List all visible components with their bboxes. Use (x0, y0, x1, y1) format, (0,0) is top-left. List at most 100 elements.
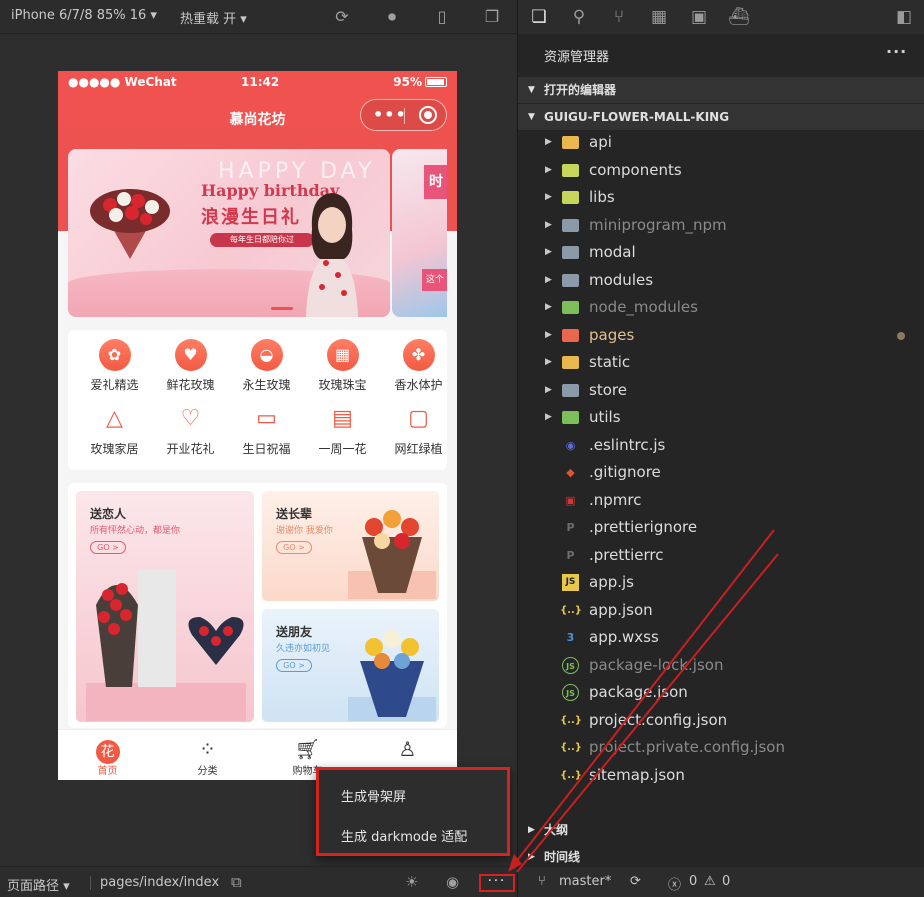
hot-reload-toggle[interactable]: 热重载 开 ▾ (180, 8, 247, 27)
file-name: .eslintrc.js (589, 435, 666, 454)
promo-go-button[interactable]: GO > (276, 541, 312, 554)
tab-home[interactable]: 花 首页 (58, 736, 157, 777)
detach-window-icon[interactable]: ❐ (482, 7, 502, 27)
chevron-right-icon[interactable]: ▶ (545, 349, 552, 376)
category-item[interactable]: ▢ 网红绿植 (381, 403, 456, 457)
extensions-icon[interactable]: ▦ (647, 5, 671, 29)
promo-lover[interactable]: 送恋人 所有怦然心动，都是你 GO > (76, 491, 254, 722)
folder-row[interactable]: ▶ store (518, 377, 924, 404)
roses-gift-image (86, 569, 246, 721)
category-item[interactable]: ◒ 永生玫瑰 (229, 339, 304, 393)
category-item[interactable]: ♡ 开业花礼 (153, 403, 228, 457)
category-item[interactable]: ▦ 玫瑰珠宝 (305, 339, 380, 393)
folder-row[interactable]: ▶ components (518, 157, 924, 184)
category-item[interactable]: ✤ 香水体护 (381, 339, 456, 393)
folder-row[interactable]: ▶ modules (518, 267, 924, 294)
category-item[interactable]: ✿ 爱礼精选 (77, 339, 152, 393)
folder-row[interactable]: ▶ libs (518, 184, 924, 211)
section-outline[interactable]: ▶ 大纲 (518, 817, 924, 843)
chevron-right-icon[interactable]: ▶ (545, 267, 552, 294)
simulator-toolbar: iPhone 6/7/8 85% 16 ▾ 热重载 开 ▾ ⟳ ⏺ ▯ ❐ (0, 0, 516, 34)
promo-elder[interactable]: 送长辈 谢谢你 我爱你 GO > (262, 491, 439, 601)
promo-subtitle: 久违亦如初见 (276, 644, 331, 654)
explorer-more-icon[interactable]: ··· (886, 42, 907, 61)
phone-screen: ●●●●● WeChat 11:42 95% 慕尚花坊 ••• HAPPY DA… (58, 71, 457, 780)
category-item[interactable]: ▤ 一周一花 (305, 403, 380, 457)
heart-flower-icon: ✿ (98, 339, 131, 371)
source-control-icon[interactable]: ⑂ (607, 5, 631, 29)
divider (90, 876, 91, 890)
folder-row[interactable]: ▶ node_modules (518, 294, 924, 321)
file-row[interactable]: JS package.json (518, 679, 924, 706)
promo-go-button[interactable]: GO > (276, 659, 312, 672)
category-item[interactable]: ♥ 鲜花玫瑰 (153, 339, 228, 393)
copy-icon[interactable]: ⧉ (231, 873, 242, 891)
chevron-right-icon[interactable]: ▶ (545, 184, 552, 211)
file-row[interactable]: ◉ .eslintrc.js (518, 432, 924, 459)
chevron-right-icon[interactable]: ▶ (545, 212, 552, 239)
promo-go-button[interactable]: GO > (90, 541, 126, 554)
folder-row[interactable]: ▶ api (518, 129, 924, 156)
page-path-selector[interactable]: 页面路径 ▾ (7, 875, 70, 894)
battery-icon (425, 77, 447, 87)
device-selector[interactable]: iPhone 6/7/8 85% 16 ▾ (11, 8, 157, 23)
file-row[interactable]: {..} project.config.json (518, 707, 924, 734)
file-row[interactable]: ◆ .gitignore (518, 459, 924, 486)
note-icon: ▢ (408, 406, 429, 431)
file-name: sitemap.json (589, 765, 685, 784)
folder-row[interactable]: ▶ pages (518, 322, 924, 349)
banner-next-slide[interactable]: 时 这个 (392, 149, 447, 317)
stop-icon[interactable]: ⏺ (382, 7, 402, 27)
menu-item-skeleton[interactable]: 生成骨架屏 (341, 786, 406, 805)
file-row[interactable]: P .prettierignore (518, 514, 924, 541)
branch-name[interactable]: master* (559, 874, 611, 889)
tab-profile[interactable]: ♙ (358, 736, 457, 762)
banner-slide[interactable]: HAPPY DAY Happy birthday 浪漫生日礼 每年生日都陪你过 (68, 149, 390, 317)
folder-row[interactable]: ▶ utils (518, 404, 924, 431)
chevron-right-icon[interactable]: ▶ (545, 239, 552, 266)
bug-icon[interactable]: ☀ (405, 873, 418, 891)
file-name: project.config.json (589, 710, 728, 729)
category-item[interactable]: △ 玫瑰家居 (77, 403, 152, 457)
folder-row[interactable]: ▶ miniprogram_npm (518, 212, 924, 239)
chevron-right-icon[interactable]: ▶ (545, 404, 552, 431)
more-button[interactable]: ··· (479, 874, 515, 892)
error-count[interactable]: 0 (689, 874, 697, 889)
section-project[interactable]: ▼ GUIGU-FLOWER-MALL-KING (518, 104, 924, 130)
folder-row[interactable]: ▶ static (518, 349, 924, 376)
folder-name: api (589, 133, 612, 151)
sync-icon[interactable]: ⟳ (630, 874, 641, 889)
file-name: package.json (589, 683, 688, 701)
category-item[interactable]: ▭ 生日祝福 (229, 403, 304, 457)
warning-count[interactable]: 0 (722, 874, 730, 889)
menu-item-darkmode[interactable]: 生成 darkmode 适配 (341, 826, 467, 845)
file-row[interactable]: ▣ .npmrc (518, 487, 924, 514)
promo-friend[interactable]: 送朋友 久违亦如初见 GO > (262, 609, 439, 722)
folder-row[interactable]: ▶ modal (518, 239, 924, 266)
sidebar-toggle-icon[interactable]: ◧ (892, 5, 916, 29)
tab-category[interactable]: ⁘ 分类 (158, 736, 257, 777)
files-icon[interactable]: ❏ (527, 5, 551, 29)
section-open-editors[interactable]: ▼ 打开的编辑器 (518, 77, 924, 103)
chevron-right-icon[interactable]: ▶ (545, 377, 552, 404)
capsule-more-icon[interactable]: ••• (373, 106, 407, 124)
file-row[interactable]: {..} app.json (518, 597, 924, 624)
promo-subtitle: 谢谢你 我爱你 (276, 526, 333, 536)
file-row[interactable]: JS package-lock.json (518, 652, 924, 679)
chevron-right-icon[interactable]: ▶ (545, 129, 552, 156)
chevron-right-icon[interactable]: ▶ (545, 322, 552, 349)
phone-icon[interactable]: ▯ (432, 7, 452, 27)
file-row[interactable]: P .prettierrc (518, 542, 924, 569)
chevron-right-icon[interactable]: ▶ (545, 294, 552, 321)
file-row[interactable]: {..} sitemap.json (518, 762, 924, 789)
search-icon[interactable]: ⚲ (567, 5, 591, 29)
docker-icon[interactable]: ⛴ (727, 5, 751, 29)
file-row[interactable]: JS app.js (518, 569, 924, 596)
file-row[interactable]: {..} project.private.config.json (518, 734, 924, 761)
file-row[interactable]: 3 app.wxss (518, 624, 924, 651)
chevron-right-icon[interactable]: ▶ (545, 157, 552, 184)
eye-icon[interactable]: ◉ (446, 873, 459, 891)
capsule-close-icon[interactable] (419, 106, 437, 124)
refresh-icon[interactable]: ⟳ (332, 7, 352, 27)
storage-icon[interactable]: ▣ (687, 5, 711, 29)
